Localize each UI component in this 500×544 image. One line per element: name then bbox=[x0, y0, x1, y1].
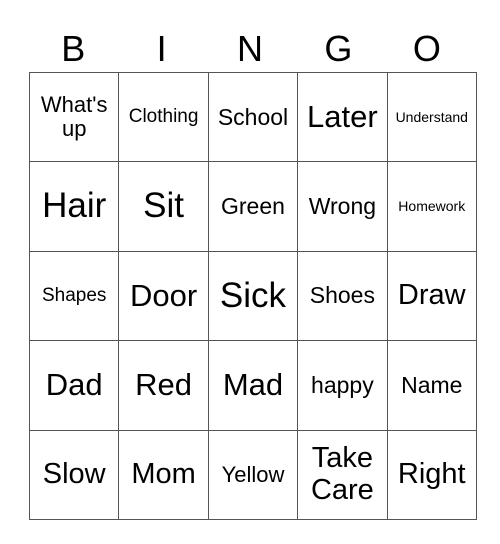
header-letter-g: G bbox=[324, 28, 353, 69]
bingo-cell[interactable]: Clothing bbox=[118, 71, 209, 163]
bingo-cell[interactable]: Name bbox=[386, 340, 477, 431]
bingo-grid: What's up Clothing School Later Understa… bbox=[28, 71, 477, 520]
bingo-cell[interactable]: Door bbox=[118, 250, 209, 342]
bingo-header: B I N G O bbox=[29, 26, 471, 72]
bingo-cell[interactable]: Red bbox=[118, 340, 209, 431]
bingo-cell[interactable]: School bbox=[207, 71, 299, 163]
bingo-cell[interactable]: Later bbox=[297, 71, 388, 163]
header-letter-b: B bbox=[61, 28, 86, 69]
bingo-cell[interactable]: Yellow bbox=[207, 429, 299, 520]
grid-row: Dad Red Mad happy Name bbox=[28, 340, 477, 431]
bingo-cell[interactable]: Shapes bbox=[28, 250, 120, 342]
grid-row: What's up Clothing School Later Understa… bbox=[28, 71, 477, 163]
grid-row: Shapes Door Sick Shoes Draw bbox=[28, 250, 477, 342]
header-letter-n: N bbox=[237, 28, 264, 69]
bingo-cell[interactable]: Understand bbox=[386, 71, 477, 163]
bingo-cell[interactable]: Hair bbox=[28, 161, 120, 252]
bingo-cell[interactable]: What's up bbox=[28, 71, 120, 163]
bingo-cell[interactable]: Mad bbox=[207, 340, 299, 431]
bingo-cell[interactable]: happy bbox=[297, 340, 388, 431]
bingo-cell[interactable]: Green bbox=[207, 161, 299, 252]
bingo-cell[interactable]: Take Care bbox=[297, 429, 388, 520]
header-letter-o: O bbox=[412, 28, 441, 69]
bingo-cell[interactable]: Wrong bbox=[297, 161, 388, 252]
grid-row: Hair Sit Green Wrong Homework bbox=[28, 161, 477, 252]
bingo-cell[interactable]: Right bbox=[386, 429, 477, 520]
bingo-cell[interactable]: Mom bbox=[118, 429, 209, 520]
bingo-cell[interactable]: Sit bbox=[118, 161, 209, 252]
bingo-cell[interactable]: Draw bbox=[386, 250, 477, 342]
bingo-cell[interactable]: Sick bbox=[207, 250, 299, 342]
bingo-cell[interactable]: Slow bbox=[28, 429, 120, 520]
grid-row: Slow Mom Yellow Take Care Right bbox=[28, 429, 477, 520]
bingo-cell[interactable]: Shoes bbox=[297, 250, 388, 342]
header-letter-i: I bbox=[156, 28, 167, 69]
bingo-cell[interactable]: Homework bbox=[386, 161, 477, 252]
bingo-cell[interactable]: Dad bbox=[28, 340, 120, 431]
